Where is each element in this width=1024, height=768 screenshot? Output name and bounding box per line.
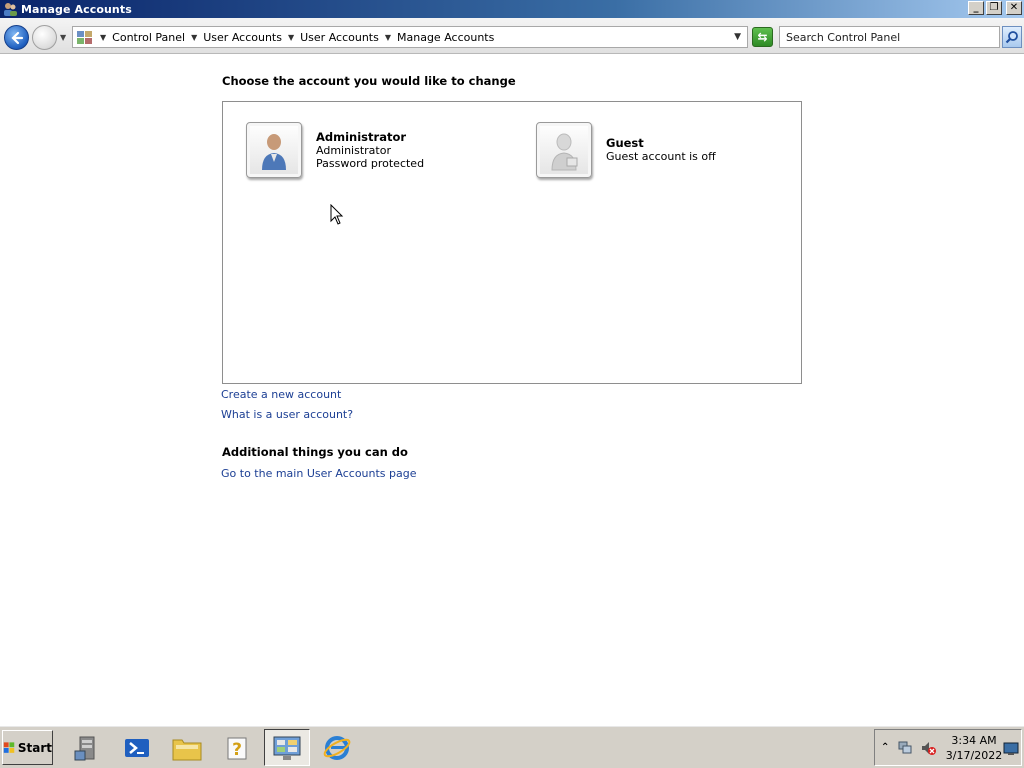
account-status: Password protected xyxy=(316,157,425,170)
folder-icon xyxy=(172,739,202,760)
avatar[interactable] xyxy=(246,122,302,178)
avatar[interactable] xyxy=(536,122,592,178)
account-administrator[interactable]: Administrator Administrator Password pro… xyxy=(246,122,424,178)
account-guest[interactable]: Guest Guest account is off xyxy=(536,122,716,178)
powershell-taskbar-button[interactable] xyxy=(114,729,160,766)
minimize-button[interactable]: _ xyxy=(968,1,984,15)
clock[interactable]: 3:34 AM 3/17/2022 xyxy=(945,733,1003,763)
refresh-button[interactable]: ⇆ xyxy=(752,27,773,47)
clock-date: 3/17/2022 xyxy=(945,749,1003,762)
address-history-dropdown[interactable]: ▼ xyxy=(734,32,741,42)
recent-pages-dropdown[interactable]: ▼ xyxy=(60,33,66,42)
refresh-icon: ⇆ xyxy=(757,30,768,44)
main-content: Choose the account you would like to cha… xyxy=(0,55,1024,725)
back-arrow-icon xyxy=(10,31,23,44)
windows-logo-icon xyxy=(3,741,15,753)
chevron-down-icon[interactable]: ▼ xyxy=(288,33,294,42)
breadcrumb-user-accounts[interactable]: User Accounts xyxy=(203,31,282,44)
show-hidden-icons-button[interactable]: ⌃ xyxy=(881,742,889,753)
system-tray: ⌃ 3:34 AM 3/17/2022 xyxy=(874,729,1022,766)
breadcrumb-user-accounts-sub[interactable]: User Accounts xyxy=(300,31,379,44)
svg-text:?: ? xyxy=(232,740,242,760)
search-icon xyxy=(1005,31,1018,44)
powershell-icon xyxy=(125,738,149,757)
main-user-accounts-link[interactable]: Go to the main User Accounts page xyxy=(221,467,417,480)
account-name[interactable]: Administrator xyxy=(316,131,424,144)
taskbar: Start ? ⌃ 3:34 AM 3/17/2022 xyxy=(0,725,1024,768)
internet-explorer-taskbar-button[interactable] xyxy=(314,729,360,766)
address-bar[interactable]: ▼ Control Panel ▼ User Accounts ▼ User A… xyxy=(72,26,748,48)
what-is-user-account-link[interactable]: What is a user account? xyxy=(221,408,353,421)
back-button[interactable] xyxy=(4,25,29,50)
search-input[interactable]: Search Control Panel xyxy=(779,26,1000,48)
show-desktop-icon[interactable] xyxy=(1003,742,1019,756)
page-heading: Choose the account you would like to cha… xyxy=(222,74,516,88)
control-panel-taskbar-button[interactable] xyxy=(264,729,310,766)
navigation-bar: ▼ ▼ Control Panel ▼ User Accounts ▼ User… xyxy=(0,18,1024,54)
file-explorer-taskbar-button[interactable] xyxy=(164,729,210,766)
chevron-down-icon[interactable]: ▼ xyxy=(385,33,391,42)
search-button[interactable] xyxy=(1002,26,1022,48)
chevron-down-icon[interactable]: ▼ xyxy=(100,33,106,42)
control-panel-icon xyxy=(77,31,92,44)
server-manager-taskbar-button[interactable] xyxy=(64,729,110,766)
additional-heading: Additional things you can do xyxy=(222,445,408,459)
clock-time: 3:34 AM xyxy=(951,734,997,747)
help-icon: ? xyxy=(227,737,247,760)
user-accounts-icon xyxy=(4,3,17,16)
restore-button[interactable]: ❐ xyxy=(986,1,1002,15)
help-taskbar-button[interactable]: ? xyxy=(214,729,260,766)
network-icon[interactable] xyxy=(897,740,913,756)
start-button[interactable]: Start xyxy=(2,730,53,765)
internet-explorer-icon xyxy=(323,735,351,760)
forward-button[interactable] xyxy=(32,25,57,50)
chevron-down-icon[interactable]: ▼ xyxy=(191,33,197,42)
volume-muted-icon[interactable] xyxy=(920,740,936,756)
guest-avatar-icon xyxy=(551,133,578,171)
accounts-list: Administrator Administrator Password pro… xyxy=(222,101,802,384)
title-bar: Manage Accounts _ ❐ ✕ xyxy=(0,0,1024,18)
account-name[interactable]: Guest xyxy=(606,137,716,150)
breadcrumb-manage-accounts[interactable]: Manage Accounts xyxy=(397,31,494,44)
user-avatar-icon xyxy=(262,134,286,170)
close-button[interactable]: ✕ xyxy=(1006,1,1022,15)
window-title: Manage Accounts xyxy=(21,2,132,16)
create-account-link[interactable]: Create a new account xyxy=(221,388,341,401)
start-label: Start xyxy=(17,740,52,755)
account-type: Administrator xyxy=(316,144,391,157)
control-panel-icon xyxy=(273,736,301,760)
breadcrumb-control-panel[interactable]: Control Panel xyxy=(112,31,185,44)
server-manager-icon xyxy=(74,736,95,760)
account-status: Guest account is off xyxy=(606,150,716,163)
mouse-cursor-icon xyxy=(330,204,344,225)
